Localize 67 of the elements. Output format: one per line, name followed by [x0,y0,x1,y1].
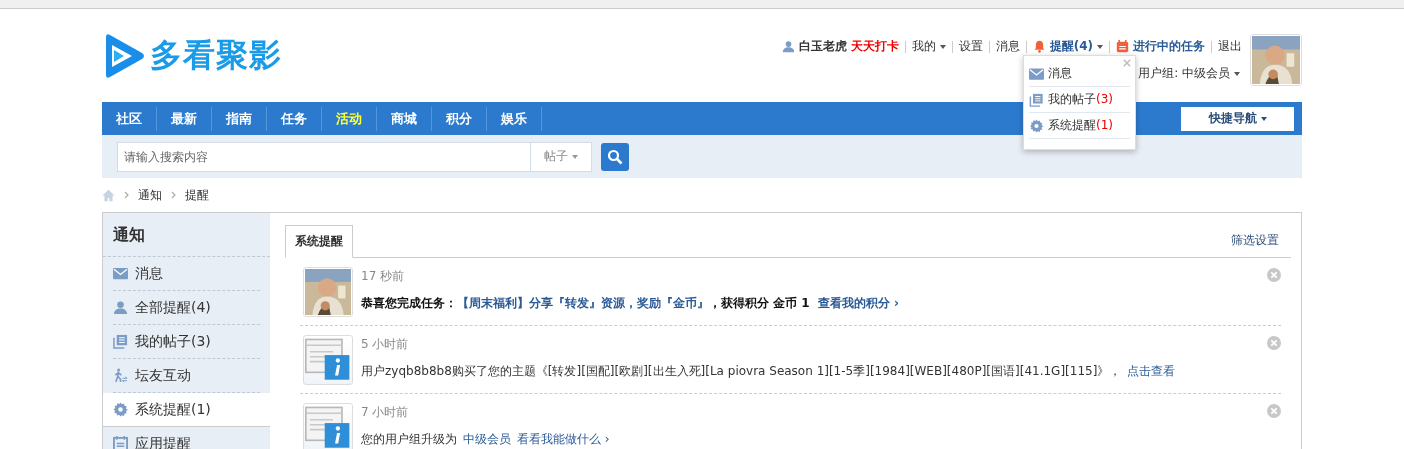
calendar-icon [1116,40,1129,53]
envelope-icon [113,266,128,281]
chevron-right-icon [124,191,129,199]
search-scope-dropdown[interactable]: 帖子 [530,142,591,171]
sidebar-item[interactable]: 系统提醒(1) [103,393,270,427]
breadcrumb-link[interactable]: 提醒 [185,186,209,204]
dropdown-menu-item[interactable]: 我的帖子(3) [1029,87,1130,113]
document-stack-icon [1029,92,1044,107]
checkin-link[interactable]: 天天打卡 [850,38,899,55]
notification-link[interactable]: 查看我的积分 › [817,296,899,310]
notification-time: 17 秒前 [361,268,406,285]
user-icon [113,300,128,315]
gear-icon [1029,118,1044,133]
user-icon [781,40,795,53]
nav-item[interactable]: 任务 [267,106,322,131]
search-field[interactable]: 请输入搜索内容 帖子 [117,141,592,172]
close-icon[interactable] [1267,268,1281,282]
notification-message: 恭喜您完成任务：【周末福利】分享『转发』资源，奖励『金币』，获得积分 金币 1 查看我的积分 › [361,295,900,312]
close-icon[interactable] [1267,336,1281,350]
document-stack-icon [113,334,128,349]
gear-icon [113,402,128,417]
user-menu-link[interactable]: 我的 [911,38,946,55]
breadcrumb-link[interactable]: 通知 [138,186,162,204]
sidebar-item[interactable]: 消息 [113,257,260,291]
notification-link[interactable]: 【周末福利】分享『转发』资源，奖励『金币』 [457,296,709,310]
search-icon [607,148,623,165]
nav-item[interactable]: 指南 [212,106,267,131]
tab[interactable]: 系统提醒 [285,225,353,258]
notification-message: 您的用户组升级为 中级会员 看看我能做什么 › [361,431,611,448]
notification-link[interactable]: 中级会员 [463,432,511,446]
nav-item[interactable]: 商城 [377,106,432,131]
quick-nav-button[interactable]: 快捷导航 [1181,106,1294,131]
info-window-icon [305,337,351,383]
calendar-icon [113,436,128,449]
logout-link[interactable]: 退出 [1218,38,1242,55]
reminder-link[interactable]: 提醒(4) [1049,38,1103,55]
walking-person-icon [113,368,128,383]
nav-item[interactable]: 最新 [157,106,212,131]
bell-icon [1032,40,1046,53]
nav-item[interactable]: 活动 [322,106,377,131]
dropdown-menu-item[interactable]: 系统提醒(1) [1029,113,1130,139]
search-button[interactable] [601,142,629,171]
user-group-link[interactable]: 用户组: 中级会员 [1138,66,1240,80]
tasks-link[interactable]: 进行中的任务 [1133,38,1205,55]
info-window-icon [305,405,351,449]
sidebar-title: 通知 [103,213,270,257]
nav-item[interactable]: 娱乐 [487,106,542,131]
close-icon[interactable] [1123,59,1131,67]
notification-link[interactable]: 点击查看 [1127,364,1176,378]
chevron-right-icon [171,191,176,199]
sidebar-item[interactable]: 应用提醒 [113,427,260,449]
home-icon[interactable] [102,188,115,202]
close-icon[interactable] [1267,404,1281,418]
filter-settings-link[interactable]: 筛选设置 [1231,232,1279,249]
user-menu-link[interactable]: 消息 [995,38,1020,55]
sidebar-item[interactable]: 全部提醒(4) [113,291,260,325]
envelope-icon [1029,66,1044,81]
user-menu-link[interactable]: 设置 [958,38,983,55]
dropdown-menu-item[interactable]: 消息 [1029,61,1130,87]
notification-link[interactable]: 看看我能做什么 › [517,432,610,446]
username-link[interactable]: 白玉老虎 [798,38,847,55]
nav-item[interactable]: 社区 [102,106,157,131]
notification-time: 5 小时前 [361,336,410,353]
notification-time: 7 小时前 [361,404,410,421]
sidebar-item[interactable]: 我的帖子(3) [113,325,260,359]
nav-item[interactable]: 积分 [432,106,487,131]
notification-message: 用户zyqb8b8b8购买了您的主题《[转发][国配][欧剧][出生入死][La piovra Season 1][1-5季][1984][WEB][480P][国语][41.1G][115]》， 点击查看 [361,363,1177,380]
